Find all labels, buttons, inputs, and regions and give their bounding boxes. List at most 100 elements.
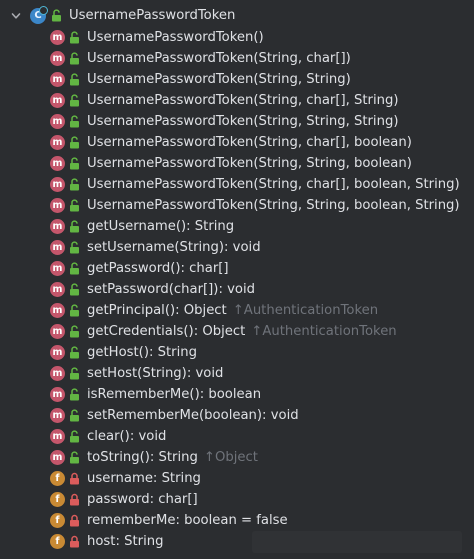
- member-label: UsernamePasswordToken(String, String, bo…: [87, 156, 412, 171]
- locked-icon: [69, 535, 81, 549]
- method-item[interactable]: m UsernamePasswordToken(): [50, 27, 264, 48]
- member-label: UsernamePasswordToken(): [87, 30, 264, 45]
- method-item[interactable]: m toString(): String ↑Object: [50, 447, 258, 468]
- method-icon: m: [50, 156, 65, 171]
- inherited-class: AuthenticationToken: [262, 324, 397, 339]
- structure-panel: C UsernamePasswordToken m UsernamePasswor…: [0, 0, 474, 559]
- inherited-from: ↑AuthenticationToken: [233, 303, 378, 318]
- field-item[interactable]: f password: char[]: [50, 489, 198, 510]
- method-item[interactable]: m setUsername(String): void: [50, 237, 261, 258]
- member-label: UsernamePasswordToken(String, String): [87, 72, 351, 87]
- method-icon: m: [50, 387, 65, 402]
- unlocked-icon: [69, 241, 81, 255]
- unlocked-icon: [69, 325, 81, 339]
- method-icon: m: [50, 408, 65, 423]
- member-label: rememberMe: boolean = false: [87, 513, 288, 528]
- unlocked-icon: [69, 220, 81, 234]
- method-icon: m: [50, 282, 65, 297]
- method-item[interactable]: m getCredentials(): Object ↑Authentication…: [50, 321, 397, 342]
- unlocked-icon: [69, 430, 81, 444]
- unlocked-icon: [69, 73, 81, 87]
- inherit-arrow-icon: ↑: [232, 303, 244, 318]
- field-icon: f: [50, 513, 65, 528]
- inherited-from: ↑AuthenticationToken: [251, 324, 396, 339]
- field-item[interactable]: f rememberMe: boolean = false: [50, 510, 288, 531]
- member-label: setPassword(char[]): void: [87, 282, 255, 297]
- method-item[interactable]: m getPrincipal(): Object ↑AuthenticationTo…: [50, 300, 378, 321]
- field-icon: f: [50, 534, 65, 549]
- member-label: UsernamePasswordToken(String, char[], bo…: [87, 177, 460, 192]
- method-item[interactable]: m setRememberMe(boolean): void: [50, 405, 299, 426]
- unlocked-icon: [69, 52, 81, 66]
- method-icon: m: [50, 366, 65, 381]
- method-item[interactable]: m getHost(): String: [50, 342, 197, 363]
- field-item[interactable]: f host: String: [50, 531, 163, 552]
- member-label: getCredentials(): Object: [87, 324, 246, 339]
- member-label: clear(): void: [87, 429, 167, 444]
- member-label: getPassword(): char[]: [87, 261, 229, 276]
- unlocked-icon: [69, 94, 81, 108]
- method-icon: m: [50, 345, 65, 360]
- unlocked-icon: [69, 178, 81, 192]
- member-label: username: String: [87, 471, 201, 486]
- chevron-down-icon[interactable]: [8, 8, 24, 24]
- member-label: host: String: [87, 534, 164, 549]
- field-item[interactable]: f username: String: [50, 468, 201, 489]
- method-item[interactable]: m getPassword(): char[]: [50, 258, 229, 279]
- method-item[interactable]: m UsernamePasswordToken(String, char[], b…: [50, 174, 460, 195]
- member-label: UsernamePasswordToken(String, String, St…: [87, 114, 399, 129]
- unlocked-icon: [69, 367, 81, 381]
- method-icon: m: [50, 198, 65, 213]
- inherited-class: AuthenticationToken: [243, 303, 379, 318]
- inherit-arrow-icon: ↑: [251, 324, 263, 339]
- member-label: setHost(String): void: [87, 366, 224, 381]
- member-label: UsernamePasswordToken(String, char[], St…: [87, 93, 399, 108]
- unlocked-icon: [69, 346, 81, 360]
- method-item[interactable]: m getUsername(): String: [50, 216, 234, 237]
- member-label: UsernamePasswordToken(String, char[], bo…: [87, 135, 412, 150]
- member-label: isRememberMe(): boolean: [87, 387, 262, 402]
- tree-node-class[interactable]: C UsernamePasswordToken: [8, 5, 235, 26]
- method-item[interactable]: m UsernamePasswordToken(String, char[], S…: [50, 90, 399, 111]
- unlocked-icon: [69, 31, 81, 45]
- unlocked-icon: [69, 304, 81, 318]
- method-item[interactable]: m UsernamePasswordToken(String, char[], b…: [50, 132, 412, 153]
- method-icon: m: [50, 114, 65, 129]
- method-icon: m: [50, 429, 65, 444]
- method-icon: m: [50, 303, 65, 318]
- field-icon: f: [50, 492, 65, 507]
- locked-icon: [69, 472, 81, 486]
- method-icon: m: [50, 450, 65, 465]
- unlocked-icon: [69, 199, 81, 213]
- unlocked-icon: [69, 157, 81, 171]
- method-item[interactable]: m UsernamePasswordToken(String, String, b…: [50, 195, 460, 216]
- method-item[interactable]: m UsernamePasswordToken(String, String, S…: [50, 111, 398, 132]
- blur-overlay: [252, 531, 462, 553]
- class-icon: C: [30, 5, 48, 24]
- method-item[interactable]: m UsernamePasswordToken(String, String, b…: [50, 153, 412, 174]
- method-icon: m: [50, 324, 65, 339]
- method-item[interactable]: m isRememberMe(): boolean: [50, 384, 261, 405]
- method-icon: m: [50, 219, 65, 234]
- unlocked-icon: [51, 9, 63, 23]
- member-label: getHost(): String: [87, 345, 197, 360]
- method-item[interactable]: m setPassword(char[]): void: [50, 279, 255, 300]
- inherited-class: Object: [214, 450, 258, 465]
- member-label: setUsername(String): void: [87, 240, 261, 255]
- unlocked-icon: [69, 451, 81, 465]
- field-icon: f: [50, 471, 65, 486]
- inherit-arrow-icon: ↑: [203, 450, 215, 465]
- method-item[interactable]: m UsernamePasswordToken(String, String): [50, 69, 351, 90]
- method-item[interactable]: m setHost(String): void: [50, 363, 223, 384]
- member-label: getPrincipal(): Object: [87, 303, 227, 318]
- method-icon: m: [50, 72, 65, 87]
- unlocked-icon: [69, 115, 81, 129]
- locked-icon: [69, 514, 81, 528]
- unlocked-icon: [69, 409, 81, 423]
- method-item[interactable]: m clear(): void: [50, 426, 166, 447]
- class-name: UsernamePasswordToken: [69, 8, 236, 23]
- member-label: getUsername(): String: [87, 219, 235, 234]
- unlocked-icon: [69, 136, 81, 150]
- method-item[interactable]: m UsernamePasswordToken(String, char[]): [50, 48, 351, 69]
- method-icon: m: [50, 51, 65, 66]
